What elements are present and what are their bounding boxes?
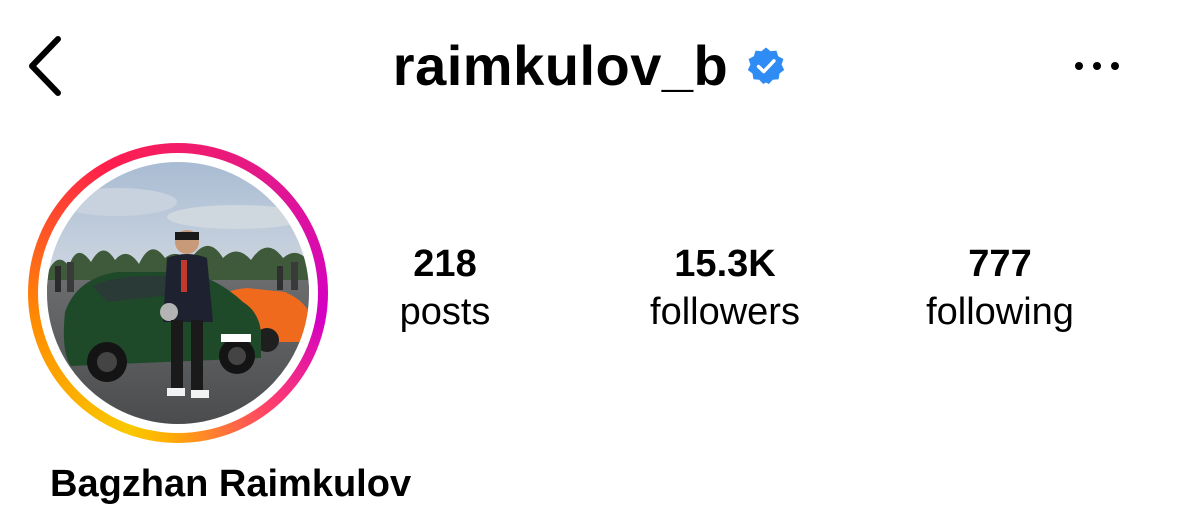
verified-badge-icon xyxy=(746,46,786,86)
avatar-story-ring[interactable] xyxy=(28,143,328,443)
stat-followers[interactable]: 15.3K followers xyxy=(620,240,830,336)
profile-header: raimkulov_b xyxy=(0,0,1179,130)
followers-label: followers xyxy=(650,291,800,333)
posts-label: posts xyxy=(399,291,491,333)
header-title: raimkulov_b xyxy=(0,30,1179,102)
more-dot xyxy=(1093,62,1101,70)
stat-posts[interactable]: 218 posts xyxy=(370,240,520,336)
profile-full-name: Bagzhan Raimkulov xyxy=(50,463,412,505)
following-label: following xyxy=(926,291,1074,333)
following-count: 777 xyxy=(968,243,1032,285)
stat-following[interactable]: 777 following xyxy=(895,240,1105,336)
posts-count: 218 xyxy=(413,243,477,285)
avatar-photo xyxy=(47,162,309,424)
more-options-button[interactable] xyxy=(1065,36,1129,96)
followers-count: 15.3K xyxy=(674,243,776,285)
avatar xyxy=(47,162,309,424)
profile-screen: raimkulov_b 218 posts 15.3K followers 77… xyxy=(0,0,1179,522)
username: raimkulov_b xyxy=(392,34,729,97)
more-dot xyxy=(1111,62,1119,70)
more-dot xyxy=(1075,62,1083,70)
